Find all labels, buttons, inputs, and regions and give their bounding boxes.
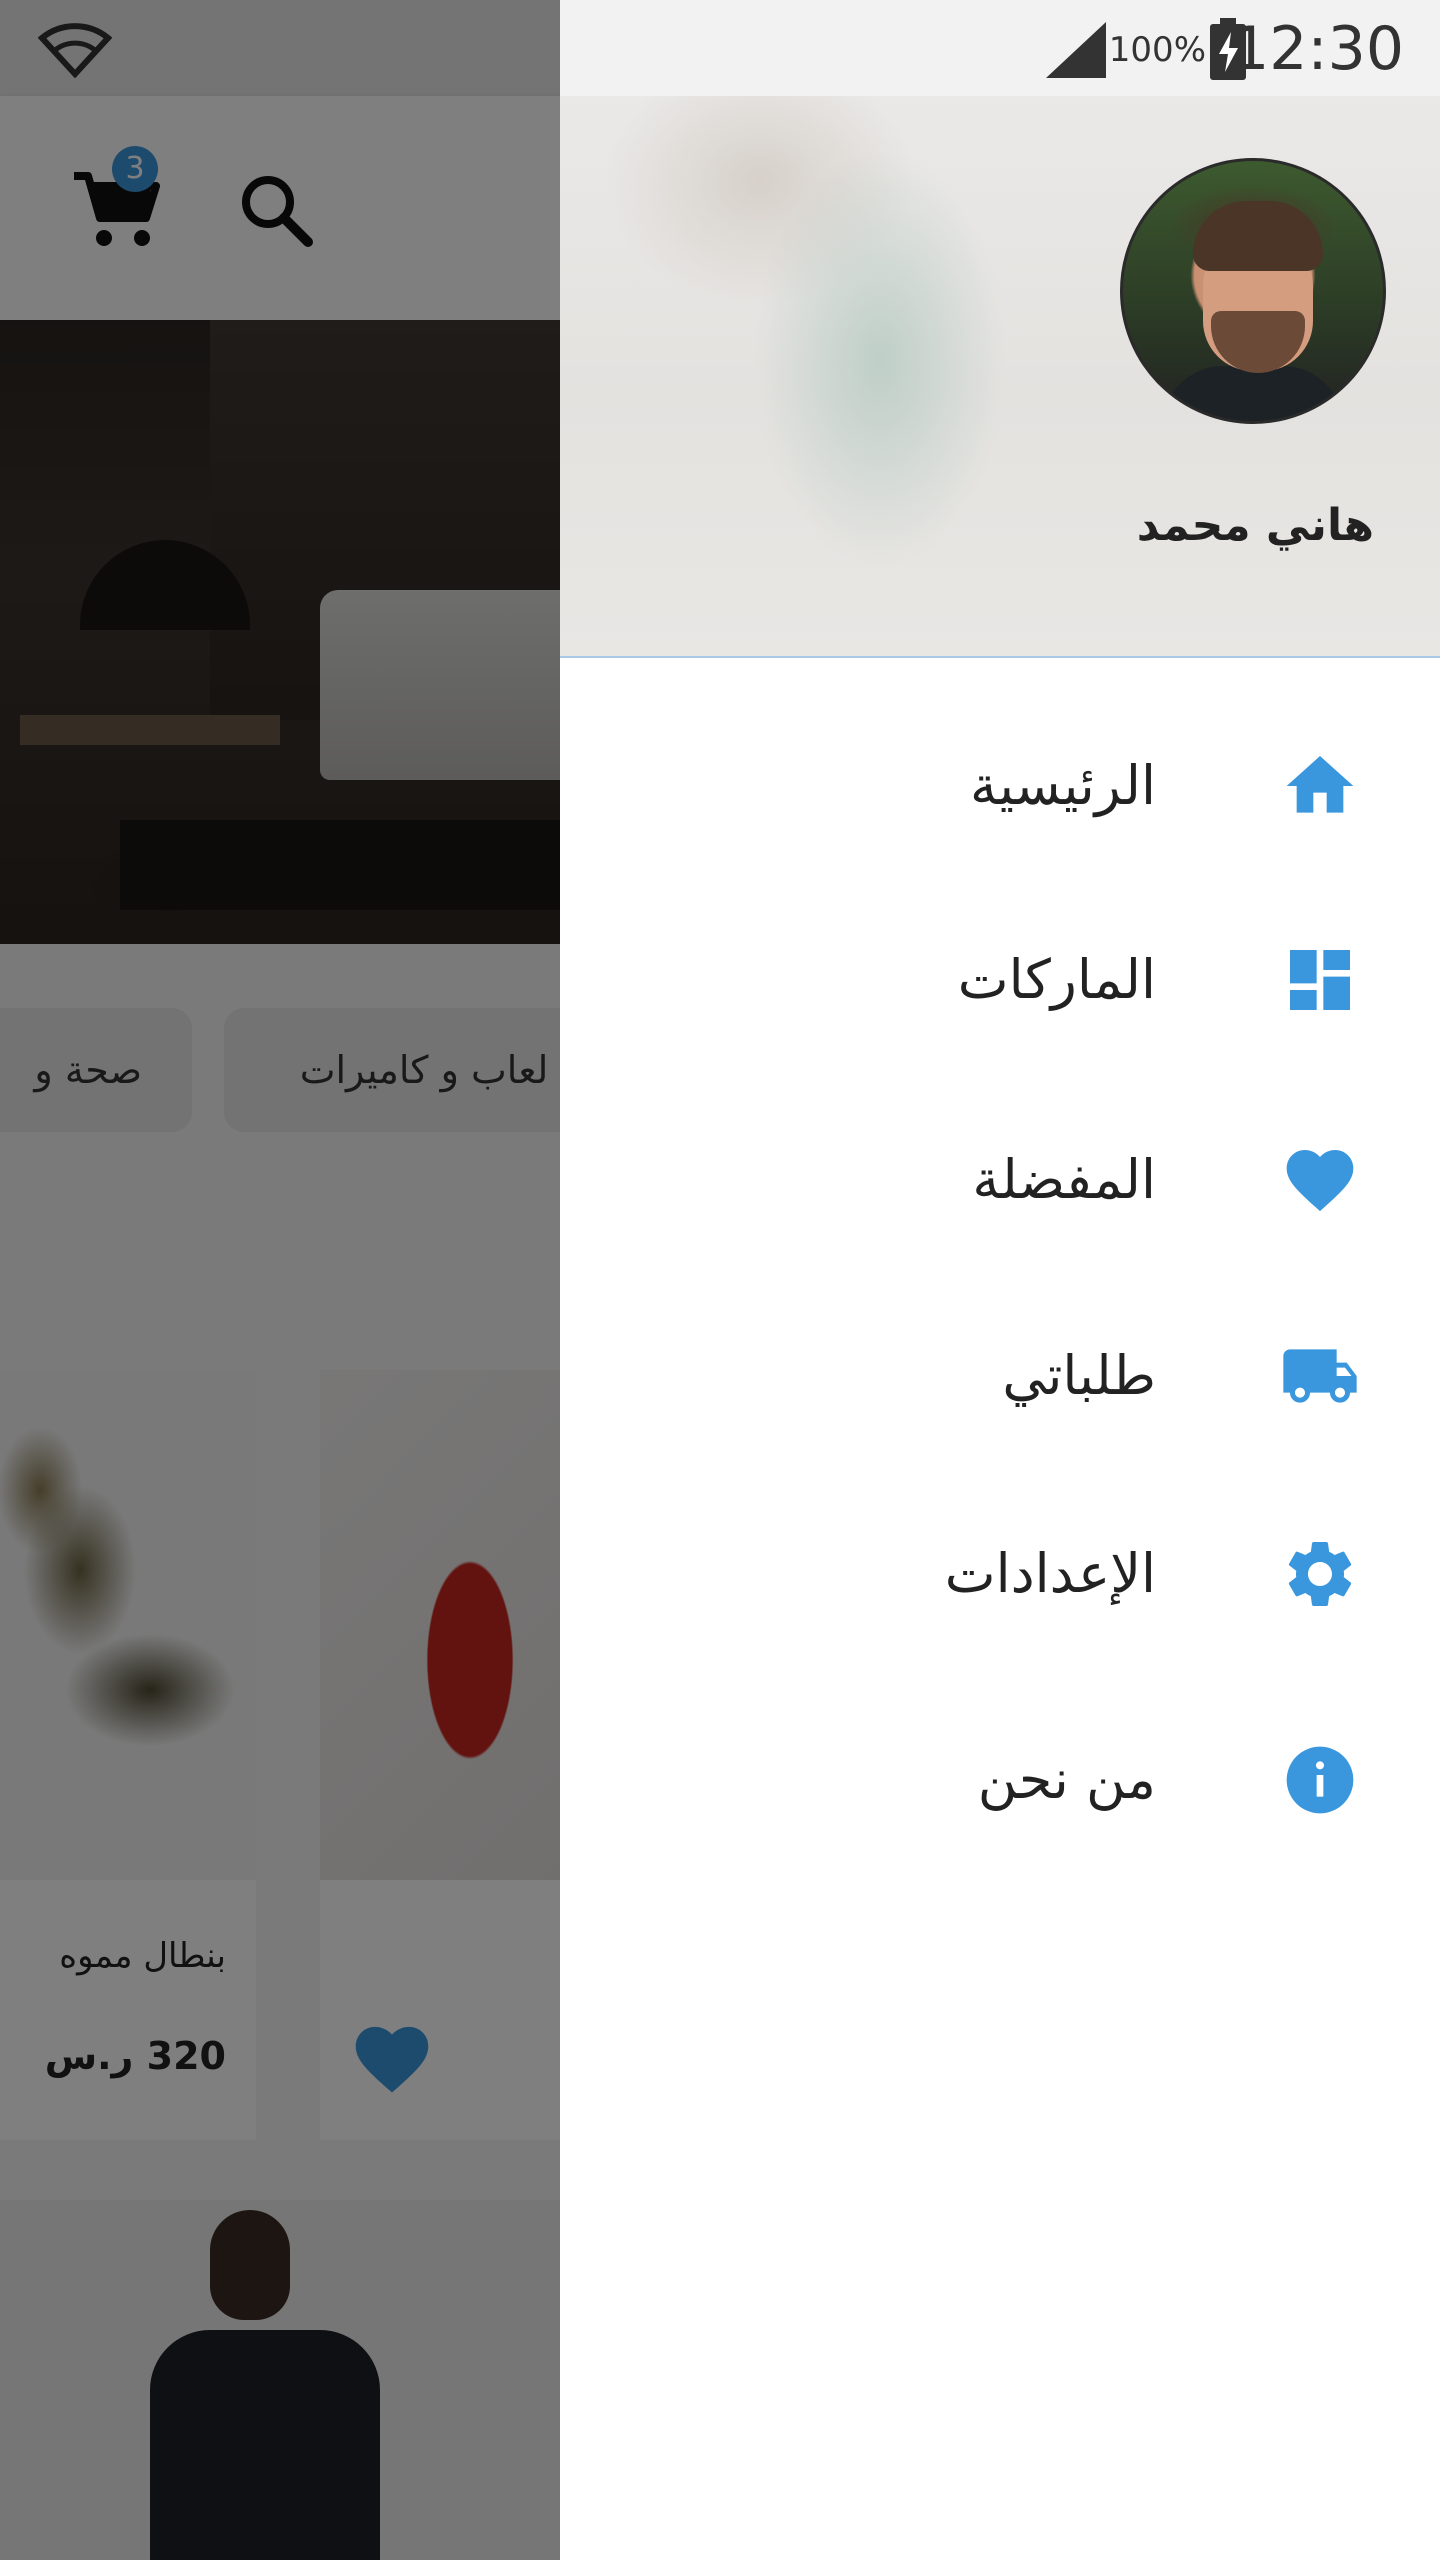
- gear-icon: [1280, 1534, 1360, 1614]
- status-bar-right: 100% 12:30: [560, 0, 1440, 96]
- menu-item-label: الرئيسية: [970, 754, 1156, 817]
- navigation-drawer: 100% 12:30 هاني محمد الرئيسية الماركات ا…: [560, 0, 1440, 2560]
- drawer-header: 100% 12:30 هاني محمد: [560, 0, 1440, 658]
- menu-item-home[interactable]: الرئيسية: [560, 706, 1440, 866]
- truck-icon: [1280, 1336, 1360, 1416]
- signal-icon: [1046, 22, 1106, 78]
- heart-icon: [1280, 1140, 1360, 1220]
- menu-item-label: من نحن: [977, 1748, 1156, 1811]
- dashboard-icon: [1280, 940, 1360, 1020]
- menu-item-label: طلباتي: [1002, 1344, 1156, 1407]
- info-icon: [1280, 1740, 1360, 1820]
- home-icon: [1280, 746, 1360, 826]
- user-avatar[interactable]: [1120, 158, 1386, 424]
- menu-item-about[interactable]: من نحن: [560, 1700, 1440, 1860]
- menu-item-label: الماركات: [957, 948, 1156, 1011]
- menu-item-label: الإعدادات: [944, 1542, 1156, 1605]
- menu-item-brands[interactable]: الماركات: [560, 900, 1440, 1060]
- battery-percent: 100%: [1108, 30, 1206, 70]
- menu-item-label: المفضلة: [972, 1148, 1156, 1211]
- clock: 12:30: [1231, 14, 1404, 84]
- menu-item-favorites[interactable]: المفضلة: [560, 1100, 1440, 1260]
- menu-item-settings[interactable]: الإعدادات: [560, 1494, 1440, 1654]
- user-name: هاني محمد: [1136, 500, 1374, 551]
- menu-item-orders[interactable]: طلباتي: [560, 1296, 1440, 1456]
